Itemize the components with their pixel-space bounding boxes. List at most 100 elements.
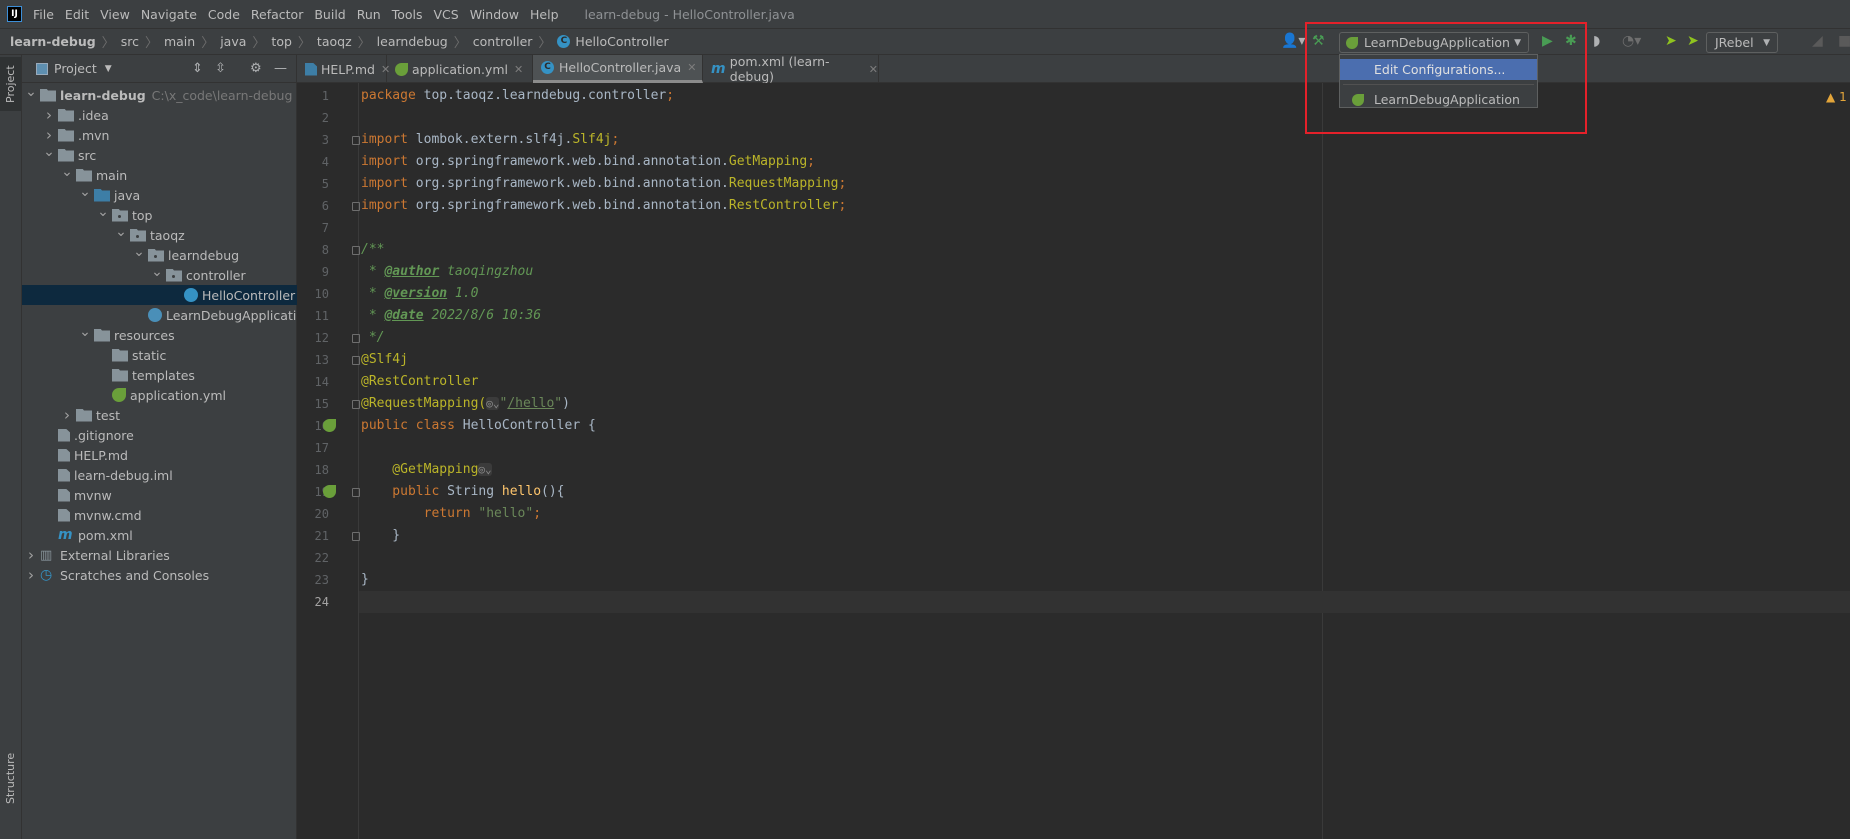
tree-item[interactable]: ⌄ controller bbox=[22, 265, 297, 285]
code-line[interactable]: import org.springframework.web.bind.anno… bbox=[361, 151, 815, 173]
chevron-down-icon[interactable]: ⌄ bbox=[58, 165, 76, 180]
project-view-selector[interactable]: Project bbox=[54, 61, 97, 76]
tree-item[interactable]: application.yml bbox=[22, 385, 297, 405]
tab-pom-xml-learn-debug-[interactable]: m pom.xml (learn-debug) ✕ bbox=[703, 54, 879, 84]
breadcrumb-item[interactable]: top bbox=[271, 34, 291, 49]
code-line[interactable]: /** bbox=[361, 239, 384, 261]
profile-icon[interactable]: ◔▾ bbox=[1622, 33, 1641, 49]
code-line[interactable]: @RequestMapping(◎⌄"/hello") bbox=[361, 393, 570, 415]
breadcrumb-item[interactable]: main bbox=[164, 34, 195, 49]
code-line[interactable]: * @date 2022/8/6 10:36 bbox=[361, 305, 541, 327]
chevron-right-icon[interactable]: › bbox=[58, 406, 76, 424]
close-icon[interactable]: ✕ bbox=[869, 63, 878, 76]
chevron-down-icon[interactable]: ⌄ bbox=[22, 85, 40, 100]
code-line[interactable]: @Slf4j bbox=[361, 349, 408, 371]
jrebel-debug-icon[interactable]: ➤ bbox=[1687, 33, 1699, 49]
attach-icon[interactable]: ◢ bbox=[1812, 33, 1823, 49]
fold-marker-icon[interactable] bbox=[352, 202, 360, 211]
chevron-right-icon[interactable]: › bbox=[22, 566, 40, 584]
code-line[interactable]: public class HelloController { bbox=[361, 415, 596, 437]
tree-item[interactable]: .gitignore bbox=[22, 425, 297, 445]
tab-hellocontroller-java[interactable]: C HelloController.java ✕ bbox=[533, 55, 703, 83]
chevron-right-icon[interactable]: › bbox=[40, 126, 58, 144]
tree-item[interactable]: › test bbox=[22, 405, 297, 425]
code-line[interactable]: package top.taoqz.learndebug.controller; bbox=[361, 85, 674, 107]
menu-file[interactable]: File bbox=[33, 7, 54, 22]
code-line[interactable]: * @version 1.0 bbox=[361, 283, 479, 305]
breadcrumb-item[interactable]: taoqz bbox=[317, 34, 352, 49]
code-line[interactable]: import org.springframework.web.bind.anno… bbox=[361, 173, 846, 195]
tab-application-yml[interactable]: application.yml ✕ bbox=[387, 55, 533, 83]
fold-marker-icon[interactable] bbox=[352, 400, 360, 409]
tab-project[interactable]: Project bbox=[0, 57, 21, 111]
close-icon[interactable]: ✕ bbox=[687, 61, 696, 74]
fold-marker-icon[interactable] bbox=[352, 488, 360, 497]
fold-marker-icon[interactable] bbox=[352, 246, 360, 255]
tab-structure[interactable]: Structure bbox=[0, 743, 21, 813]
intellij-logo[interactable]: IJ bbox=[7, 6, 22, 22]
jrebel-run-icon[interactable]: ➤ bbox=[1665, 33, 1677, 49]
chevron-right-icon[interactable]: › bbox=[22, 546, 40, 564]
gear-icon[interactable]: ⚙ bbox=[250, 61, 262, 76]
menu-code[interactable]: Code bbox=[208, 7, 240, 22]
breadcrumb-item[interactable]: learn-debug bbox=[10, 34, 96, 49]
tab-help-md[interactable]: HELP.md ✕ bbox=[297, 55, 390, 83]
chevron-down-icon[interactable]: ⌄ bbox=[76, 185, 94, 200]
tree-item[interactable]: HelloController bbox=[22, 285, 297, 305]
code-line[interactable]: } bbox=[361, 569, 369, 591]
breadcrumb-item[interactable]: java bbox=[220, 34, 246, 49]
expand-all-icon[interactable]: ⇕ bbox=[192, 61, 203, 76]
tree-item[interactable]: ⌄ learndebug bbox=[22, 245, 297, 265]
tree-item[interactable]: ⌄ src bbox=[22, 145, 297, 165]
tree-item[interactable]: LearnDebugApplication bbox=[22, 305, 297, 325]
code-line[interactable]: public String hello(){ bbox=[361, 481, 564, 503]
fold-marker-icon[interactable] bbox=[352, 532, 360, 541]
tree-item[interactable]: › .idea bbox=[22, 105, 297, 125]
tree-item[interactable]: › ◷ Scratches and Consoles bbox=[22, 565, 297, 585]
spring-bean-gutter-icon[interactable] bbox=[323, 419, 336, 432]
breadcrumb-item[interactable]: learndebug bbox=[377, 34, 448, 49]
menu-refactor[interactable]: Refactor bbox=[251, 7, 303, 22]
tree-item[interactable]: mvnw bbox=[22, 485, 297, 505]
code-line[interactable]: import lombok.extern.slf4j.Slf4j; bbox=[361, 129, 619, 151]
tree-item[interactable]: ⌄ java bbox=[22, 185, 297, 205]
spring-bean-gutter-icon[interactable] bbox=[323, 485, 336, 498]
menu-help[interactable]: Help bbox=[530, 7, 559, 22]
code-line[interactable]: @GetMapping◎⌄ bbox=[361, 459, 492, 481]
chevron-down-icon[interactable]: ⌄ bbox=[148, 265, 166, 280]
menu-run[interactable]: Run bbox=[357, 7, 381, 22]
tree-item[interactable]: mvnw.cmd bbox=[22, 505, 297, 525]
code-line[interactable]: * @author taoqingzhou bbox=[361, 261, 533, 283]
chevron-down-icon[interactable]: ▼ bbox=[105, 64, 112, 74]
breadcrumb-item[interactable]: controller bbox=[473, 34, 533, 49]
tree-item[interactable]: ⌄ learn-debug C:\x_code\learn-debug bbox=[22, 85, 297, 105]
warning-indicator[interactable]: ▲ 1 bbox=[1826, 90, 1847, 104]
hide-icon[interactable]: — bbox=[274, 61, 287, 76]
tree-item[interactable]: HELP.md bbox=[22, 445, 297, 465]
menu-navigate[interactable]: Navigate bbox=[141, 7, 197, 22]
fold-marker-icon[interactable] bbox=[352, 136, 360, 145]
coverage-icon[interactable]: ◗ bbox=[1593, 33, 1600, 49]
code-line[interactable]: return "hello"; bbox=[361, 503, 541, 525]
jrebel-combo[interactable]: JRebel ▼ bbox=[1706, 32, 1778, 53]
code-line[interactable]: @RestController bbox=[361, 371, 478, 393]
chevron-down-icon[interactable]: ⌄ bbox=[130, 245, 148, 260]
tree-item[interactable]: ⌄ top bbox=[22, 205, 297, 225]
fold-marker-icon[interactable] bbox=[352, 334, 360, 343]
tree-item[interactable]: ⌄ taoqz bbox=[22, 225, 297, 245]
tree-item[interactable]: ⌄ main bbox=[22, 165, 297, 185]
menu-build[interactable]: Build bbox=[314, 7, 345, 22]
tree-item[interactable]: › ▥ External Libraries bbox=[22, 545, 297, 565]
close-icon[interactable]: ✕ bbox=[514, 63, 523, 76]
menu-vcs[interactable]: VCS bbox=[434, 7, 459, 22]
fold-marker-icon[interactable] bbox=[352, 356, 360, 365]
chevron-down-icon[interactable]: ⌄ bbox=[112, 225, 130, 240]
code-line[interactable]: */ bbox=[361, 327, 385, 349]
menu-window[interactable]: Window bbox=[470, 7, 519, 22]
tree-item[interactable]: static bbox=[22, 345, 297, 365]
tree-item[interactable]: ⌄ resources bbox=[22, 325, 297, 345]
chevron-down-icon[interactable]: ⌄ bbox=[76, 325, 94, 340]
chevron-right-icon[interactable]: › bbox=[40, 106, 58, 124]
code-line[interactable]: } bbox=[361, 525, 400, 547]
tree-item[interactable]: learn-debug.iml bbox=[22, 465, 297, 485]
